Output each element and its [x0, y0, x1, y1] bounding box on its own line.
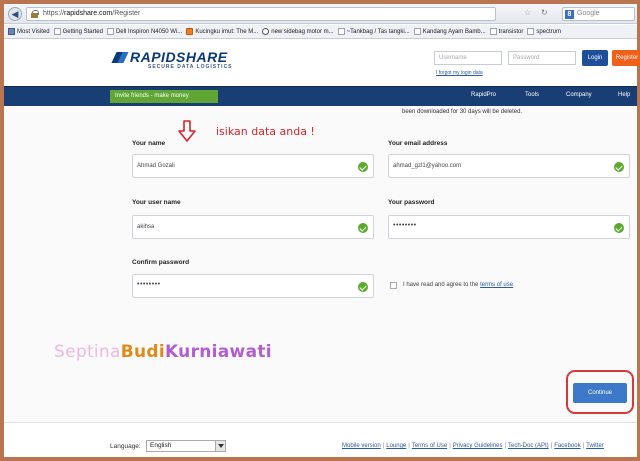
bookmark-item[interactable]: Kandang Ayam Bamb...	[413, 28, 486, 35]
nav-item-rapidpro[interactable]: RapidPro	[471, 92, 496, 98]
invite-friends-button[interactable]: Invite friends - make money	[110, 90, 218, 103]
blogger-icon	[186, 28, 194, 35]
browser-toolbar: ◀ https://rapidshare.com/Register ☆ ↻ 8 …	[4, 4, 637, 24]
footer-link[interactable]: Facebook	[554, 443, 580, 449]
check-icon	[358, 223, 368, 233]
footer-link[interactable]: Tech-Doc (API)	[508, 443, 549, 449]
address-bar[interactable]: https://rapidshare.com/Register	[26, 7, 496, 21]
footer-links: Mobile version | Lounge | Terms of Use | Priva…	[342, 443, 604, 449]
bookmark-item[interactable]: Getting Started	[53, 28, 103, 35]
bookmarks-bar: Most Visited Getting Started Dell Inspiron…	[4, 25, 637, 39]
email-field[interactable]: ahmad_gzl1@yahoo.com	[388, 154, 630, 178]
forgot-login-link[interactable]: I forgot my login data	[436, 70, 483, 76]
bookmark-item[interactable]: Kucingku imut: The M...	[186, 28, 258, 35]
bookmark-item[interactable]: transistor	[489, 28, 523, 35]
username-field[interactable]: akihsa	[132, 215, 374, 239]
username-label: Your user name	[132, 199, 181, 206]
site-header: RAPIDSHARE SECURE DATA LOGISTICS Usernam…	[4, 40, 640, 86]
most-visited-icon	[8, 28, 15, 35]
check-icon	[358, 162, 368, 172]
watermark: SeptinaBudiKurniawati	[54, 342, 272, 362]
lock-icon	[31, 10, 39, 18]
footer-link[interactable]: Lounge	[386, 443, 406, 449]
page-icon	[106, 28, 114, 35]
footer-link[interactable]: Privacy Guidelines	[453, 443, 503, 449]
username-input[interactable]: Username	[434, 51, 502, 65]
your-name-field[interactable]: Ahmad Gozali	[132, 154, 374, 178]
globe-icon	[262, 28, 270, 35]
logo-mark-icon	[114, 52, 128, 63]
terms-of-use-link[interactable]: terms of use	[480, 282, 513, 288]
your-name-label: Your name	[132, 140, 166, 147]
bookmark-star-icon[interactable]: ☆	[524, 8, 531, 17]
separator: |	[382, 443, 385, 449]
separator: |	[408, 443, 410, 449]
agree-text: I have read and agree to the terms of us…	[403, 282, 514, 288]
google-icon: 8	[565, 10, 574, 19]
language-label: Language:	[110, 443, 141, 450]
separator: |	[550, 443, 553, 449]
page-icon	[53, 28, 61, 35]
down-arrow-icon	[178, 120, 196, 142]
agree-checkbox[interactable]	[390, 282, 397, 289]
footer: Language: English Mobile version | Lounge |…	[4, 422, 637, 457]
nav-item-help[interactable]: Help	[618, 92, 630, 98]
password-label: Your password	[388, 199, 435, 206]
separator: |	[449, 443, 451, 449]
email-label: Your email address	[388, 140, 448, 147]
password-field[interactable]: ••••••••	[388, 215, 630, 239]
nav-item-tools[interactable]: Tools	[525, 92, 539, 98]
bookmark-item[interactable]: ~Tankbag / Tas tangki...	[337, 28, 410, 35]
confirm-password-label: Confirm password	[132, 259, 190, 266]
confirm-password-field[interactable]: ••••••••	[132, 274, 374, 298]
back-arrow-icon[interactable]: ◀	[8, 7, 22, 21]
url-text: https://rapidshare.com/Register	[43, 10, 141, 17]
nav-item-company[interactable]: Company	[566, 92, 592, 98]
page-icon	[413, 28, 421, 35]
footer-link[interactable]: Mobile version	[342, 443, 381, 449]
check-icon	[358, 282, 368, 292]
page-icon	[527, 28, 535, 35]
annotation-text: isikan data anda !	[216, 125, 315, 138]
bookmark-item[interactable]: Dell Inspiron N4050 Wi...	[106, 28, 182, 35]
login-button[interactable]: Login	[582, 50, 608, 66]
continue-button[interactable]: Continue	[573, 383, 627, 403]
chevron-down-icon	[215, 441, 225, 451]
footer-link[interactable]: Terms of Use	[412, 443, 447, 449]
footer-link[interactable]: Twitter	[586, 443, 604, 449]
reload-icon[interactable]: ↻	[541, 8, 548, 17]
register-button[interactable]: Register	[612, 50, 640, 66]
registration-form: been downloaded for 30 days will be dele…	[4, 106, 637, 422]
bookmark-item[interactable]: Most Visited	[8, 28, 50, 35]
page-icon	[337, 28, 345, 35]
deletion-notice: been downloaded for 30 days will be dele…	[402, 109, 523, 115]
check-icon	[614, 223, 624, 233]
language-select[interactable]: English	[146, 440, 226, 452]
bookmark-item[interactable]: spectrum	[527, 28, 561, 35]
main-nav: Invite friends - make money RapidPro Too…	[4, 86, 637, 106]
check-icon	[614, 162, 624, 172]
bookmark-item[interactable]: new sidebag motor m...	[262, 28, 334, 35]
page-icon	[489, 28, 497, 35]
password-input[interactable]: Password	[508, 51, 576, 65]
separator: |	[582, 443, 585, 449]
separator: |	[504, 443, 506, 449]
browser-search-input[interactable]: 8 Google	[562, 7, 635, 21]
